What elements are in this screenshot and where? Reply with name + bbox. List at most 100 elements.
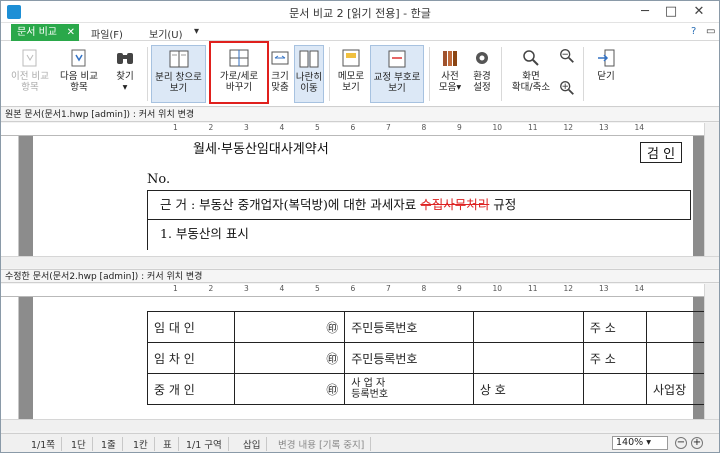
- tab-document-compare[interactable]: 문서 비교 ✕: [11, 24, 79, 41]
- ruler-tick-label: 13: [599, 284, 609, 293]
- zoom-label: 화면 확대/축소: [511, 71, 551, 93]
- split-window-icon: [169, 50, 188, 68]
- zoom-out-button[interactable]: −: [675, 437, 687, 449]
- zoom-out-icon[interactable]: [558, 47, 576, 65]
- status-mode[interactable]: 삽입: [243, 437, 268, 451]
- cell-empty: [646, 311, 704, 343]
- seal-box: 검 인: [640, 142, 683, 163]
- pane1-status: 원본 문서(문서1.hwp [admin]) : 커서 위치 변경: [1, 108, 719, 122]
- ruler-tick-label: 7: [386, 123, 391, 132]
- close-label: 닫기: [597, 71, 615, 82]
- ruler-tick-label: 4: [279, 123, 285, 132]
- ruler-tick-label: 11: [528, 284, 538, 293]
- horizontal-scrollbar-1[interactable]: [1, 256, 719, 268]
- help-icon[interactable]: ?: [691, 26, 696, 37]
- close-window-button[interactable]: ✕: [688, 3, 710, 21]
- ruler-tick-label: 14: [634, 123, 645, 132]
- prev-item-icon: [22, 49, 37, 67]
- section-heading: 1. 부동산의 표시: [147, 220, 297, 250]
- basis-row: 근 거 : 부동산 중개업자(복덕방)에 대한 과세자료 수집사무처리 규정: [147, 190, 691, 220]
- ruler-tick-label: 7: [386, 284, 391, 293]
- menu-view[interactable]: 보기(U): [149, 26, 183, 41]
- app-window: 문서 비교 2 [읽기 전용] - 한글 ─ □ ✕ 문서 비교 ✕ 파일(F) …: [0, 0, 720, 453]
- modified-document-pane[interactable]: 임 대 인 ㊞ 주민등록번호 주 소 임 차 인 ㊞ 주민등록번호 주 소 중 개 인 ㊞ 사 …: [19, 297, 704, 419]
- ruler-tick-label: 6: [350, 123, 356, 132]
- dictionary-button[interactable]: 사전 모음▾: [435, 45, 465, 103]
- ruler-tick-label: 2: [208, 123, 214, 132]
- settings-button[interactable]: 환경 설정: [467, 45, 497, 103]
- original-page: 월세·부동산임대사계약서 검 인 No. 근 거 : 부동산 중개업자(복덕방)…: [33, 136, 693, 256]
- menu-bar: 문서 비교 ✕ 파일(F) 보기(U) ▾ ? ▭: [1, 23, 719, 41]
- toolbar-divider: [429, 47, 430, 101]
- split-window-button[interactable]: 분리 창으로 보기: [151, 45, 206, 103]
- cell-reg: 주민등록번호: [344, 311, 474, 343]
- pane2-status: 수정한 문서(문서2.hwp [admin]) : 커서 위치 변경: [1, 269, 719, 283]
- fit-size-label: 크기 맞춤: [271, 71, 289, 93]
- status-line: 1줄: [101, 437, 123, 451]
- minimize-button[interactable]: ─: [634, 3, 656, 21]
- title-bar: 문서 비교 2 [읽기 전용] - 한글 ─ □ ✕: [1, 1, 719, 23]
- zoom-select[interactable]: 140% ▾: [612, 436, 668, 450]
- horizontal-scrollbar-2[interactable]: [1, 419, 719, 431]
- status-kind: 표: [163, 437, 179, 451]
- cell-empty: [472, 311, 584, 343]
- fit-size-button[interactable]: 크기 맞춤: [267, 45, 293, 103]
- ruler-tick-label: 10: [492, 123, 503, 132]
- ruler-tick-label: 12: [563, 123, 574, 132]
- ruler-tick-label: 5: [315, 284, 320, 293]
- close-tab-icon[interactable]: ✕: [67, 24, 75, 41]
- cell-seal: ㊞: [234, 311, 346, 343]
- highlight-box: [209, 41, 269, 104]
- zoom-in-icon[interactable]: [558, 79, 576, 97]
- zoom-in-button[interactable]: +: [691, 437, 703, 449]
- ruler-tick-label: 4: [279, 284, 285, 293]
- original-document-pane[interactable]: 월세·부동산임대사계약서 검 인 No. 근 거 : 부동산 중개업자(복덕방)…: [19, 136, 704, 256]
- cell-addr: 주 소: [582, 342, 648, 374]
- parallel-move-icon: [299, 50, 319, 68]
- restore-ribbon-icon[interactable]: ▭: [706, 26, 715, 37]
- zoom-button[interactable]: 화면 확대/축소: [506, 45, 556, 103]
- cell-seal: ㊞: [234, 342, 346, 374]
- close-button[interactable]: 닫기: [589, 45, 623, 103]
- tab-label: 문서 비교: [17, 27, 57, 38]
- prev-compare-button[interactable]: 이전 비교 항목: [5, 45, 55, 103]
- ruler-tick-label: 2: [208, 284, 214, 293]
- zoom-dropdown-icon: ▾: [646, 437, 651, 448]
- ruler-tick-label: 10: [492, 284, 503, 293]
- vertical-scrollbar-2[interactable]: [704, 284, 719, 419]
- cell-label: 임 대 인: [146, 311, 236, 343]
- cell-empty: [646, 342, 704, 374]
- status-page: 1/1쪽: [31, 437, 63, 451]
- memo-icon: [342, 49, 360, 67]
- cell-addr: 주 소: [582, 311, 648, 343]
- deleted-text: 수집사무처리: [420, 197, 490, 212]
- memo-view-button[interactable]: 메모로 보기: [334, 45, 368, 103]
- status-bar: 1/1쪽 1단 1줄 1칸 표 1/1 구역 삽입 변경 내용 [기록 중지] …: [1, 433, 719, 452]
- vertical-scrollbar-1[interactable]: [704, 123, 719, 256]
- doc-number: No.: [147, 172, 171, 187]
- menu-file[interactable]: 파일(F): [91, 26, 123, 41]
- ruler-tick-label: 5: [315, 123, 320, 132]
- horizontal-ruler-2[interactable]: 1 2 3 4 5 6 7 8 9 10 11 12 13 14: [1, 284, 704, 297]
- ruler-tick-label: 3: [244, 123, 249, 132]
- proofmark-view-button[interactable]: 교정 부호로 보기: [370, 45, 424, 103]
- find-button[interactable]: 찾기 ▾: [107, 45, 143, 103]
- window-title: 문서 비교 2 [읽기 전용] - 한글: [289, 7, 431, 20]
- status-changes[interactable]: 변경 내용 [기록 중지]: [278, 437, 372, 451]
- maximize-button[interactable]: □: [660, 3, 682, 21]
- fit-size-icon: [271, 51, 289, 65]
- status-column: 1칸: [133, 437, 155, 451]
- menu-overflow-icon[interactable]: ▾: [194, 26, 199, 37]
- binoculars-icon: [117, 53, 133, 64]
- dictionary-arrow-icon: ▾: [456, 82, 462, 93]
- cell-label: 임 차 인: [146, 342, 236, 374]
- parallel-move-label: 나란히 이동: [295, 72, 323, 94]
- horizontal-ruler-1[interactable]: 1 2 3 4 5 6 7 8 9 10 11 12 13 14: [1, 123, 704, 136]
- next-compare-button[interactable]: 다음 비교 항목: [55, 45, 103, 103]
- cell-empty: [582, 373, 648, 405]
- ruler-tick-label: 3: [244, 284, 249, 293]
- parallel-move-button[interactable]: 나란히 이동: [294, 45, 324, 103]
- doc-title: 월세·부동산임대사계약서: [193, 142, 329, 157]
- cell-reg: 주민등록번호: [344, 342, 474, 374]
- ruler-tick-label: 11: [528, 123, 538, 132]
